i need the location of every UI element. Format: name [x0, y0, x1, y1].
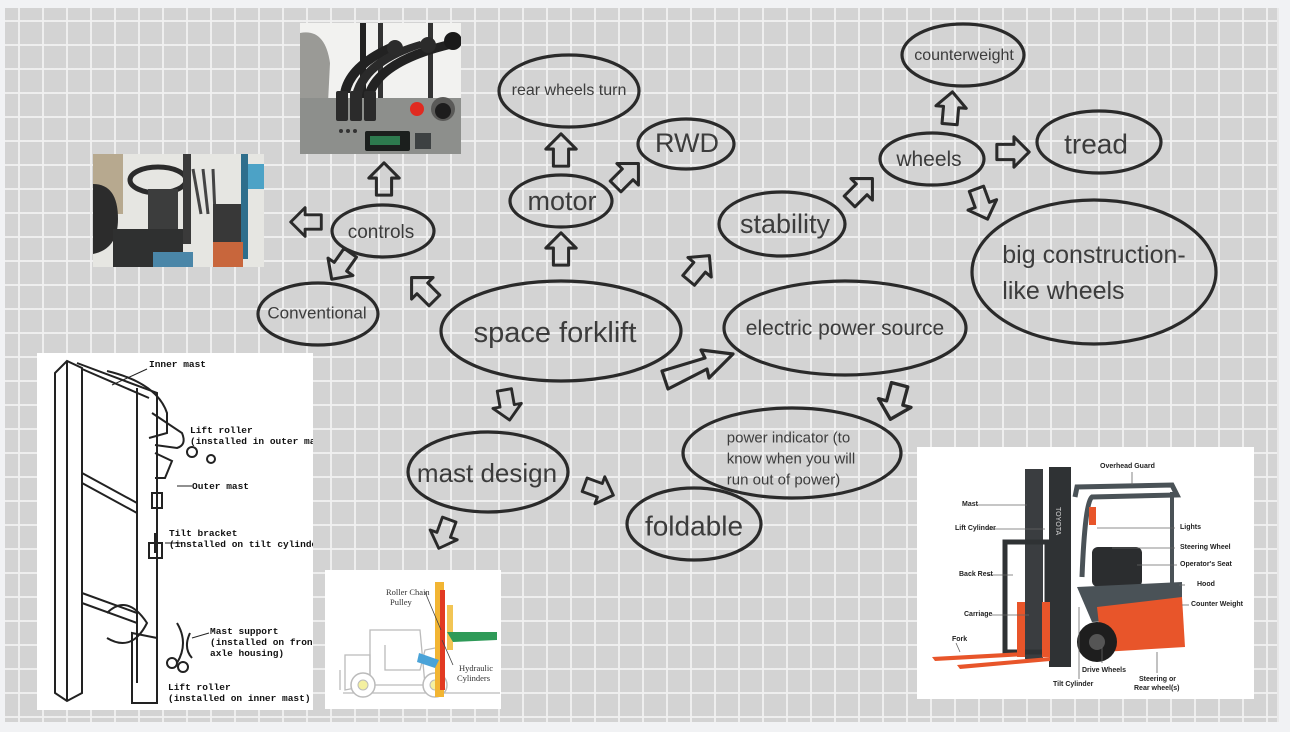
- arrow-mast-design-to-hydraulic: [423, 513, 465, 555]
- node-big-wheels-line2: like wheels: [1002, 277, 1125, 305]
- node-foldable[interactable]: foldable: [645, 509, 743, 544]
- node-controls[interactable]: controls: [348, 221, 415, 245]
- arrow-controls-to-controls-photo: [367, 161, 401, 197]
- node-power-indicator[interactable]: power indicator (to know when you will r…: [727, 428, 855, 491]
- arrow-central-to-stability: [675, 244, 723, 292]
- node-motor[interactable]: motor: [527, 185, 596, 219]
- node-counterweight[interactable]: counterweight: [914, 46, 1014, 66]
- node-big-wheels-line1: big construction-: [1002, 241, 1186, 269]
- arrow-electric-to-power-indicator: [872, 378, 918, 426]
- node-big-wheels[interactable]: big construction- like wheels: [1002, 237, 1185, 309]
- node-wheels[interactable]: wheels: [896, 147, 961, 173]
- arrow-wheels-to-big-wheels: [960, 182, 1004, 226]
- node-central[interactable]: space forklift: [474, 315, 637, 351]
- arrow-stability-to-wheels: [837, 166, 885, 214]
- arrow-central-to-mast-design: [488, 385, 526, 425]
- node-power-indicator-line1: power indicator (to: [726, 429, 851, 447]
- node-rear-wheels-turn[interactable]: rear wheels turn: [512, 81, 627, 101]
- node-conventional[interactable]: Conventional: [267, 302, 366, 323]
- node-rwd[interactable]: RWD: [655, 127, 719, 161]
- node-power-indicator-line2: know when you will: [726, 450, 856, 468]
- arrow-controls-to-conventional: [317, 242, 365, 290]
- arrow-motor-to-rwd: [603, 151, 651, 199]
- node-mast-design[interactable]: mast design: [417, 457, 557, 490]
- arrow-motor-to-rear-wheels: [544, 132, 578, 168]
- mindmap-shapes: [256, 22, 1218, 562]
- arrow-mast-design-to-foldable: [578, 469, 620, 511]
- node-power-indicator-line3: run out of power): [726, 471, 841, 489]
- arrow-wheels-to-counterweight: [932, 89, 970, 127]
- node-stability[interactable]: stability: [740, 208, 830, 242]
- arrow-central-to-controls: [399, 265, 447, 313]
- arrow-central-to-electric-power: [660, 348, 735, 391]
- arrow-wheels-to-tread: [995, 135, 1031, 169]
- node-electric-power[interactable]: electric power source: [746, 316, 944, 342]
- node-tread[interactable]: tread: [1064, 127, 1128, 162]
- arrow-controls-to-cab-photo: [289, 206, 323, 238]
- arrow-central-to-motor: [544, 231, 578, 267]
